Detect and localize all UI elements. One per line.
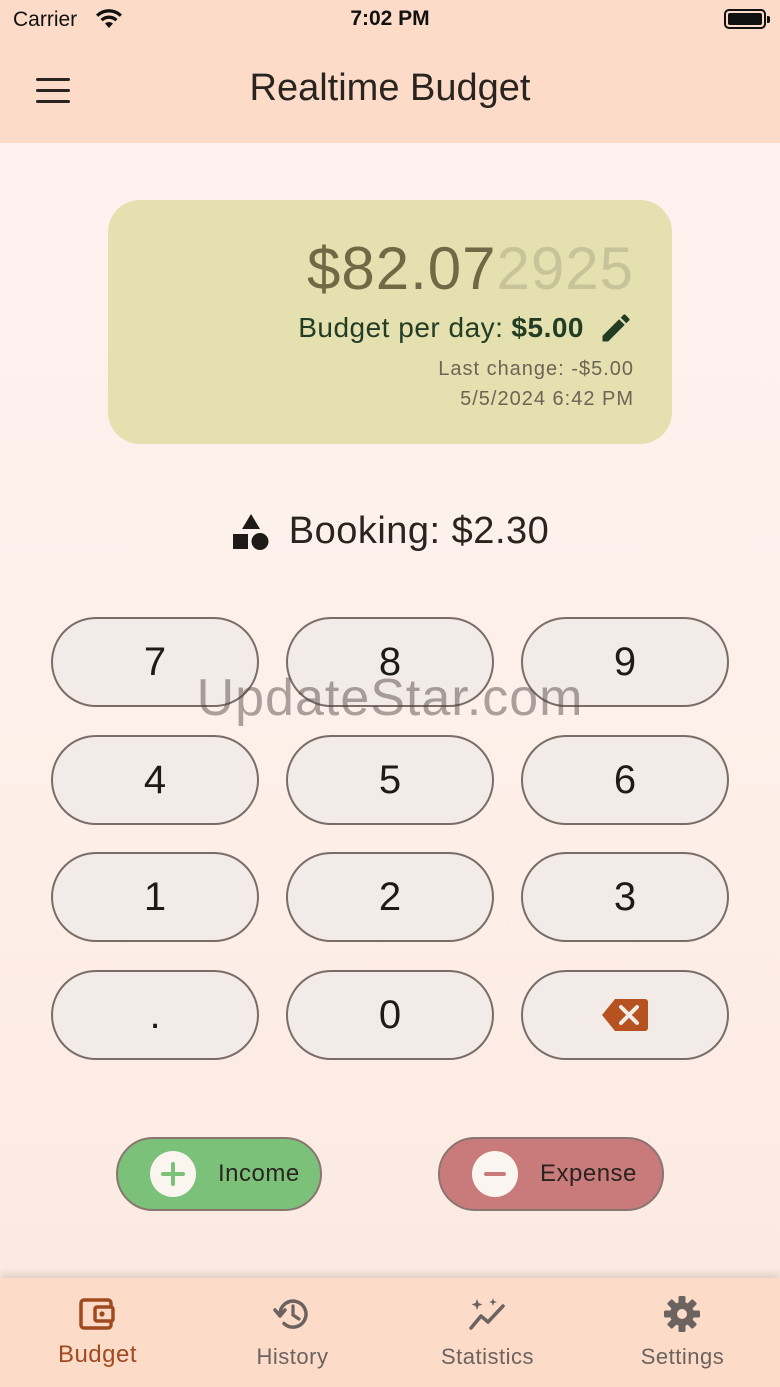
- expense-label: Expense: [540, 1160, 637, 1187]
- key-1[interactable]: 1: [51, 852, 259, 942]
- app-bar: Realtime Budget: [0, 40, 780, 143]
- shapes-icon: [232, 513, 269, 550]
- status-bar: Carrier 7:02 PM: [0, 0, 780, 40]
- balance-amount-fraction: 2925: [496, 235, 634, 302]
- nav-label-budget: Budget: [57, 1341, 138, 1368]
- income-label: Income: [218, 1160, 300, 1187]
- nav-label-history: History: [256, 1344, 329, 1369]
- pencil-icon[interactable]: [598, 310, 634, 346]
- app-title: Realtime Budget: [249, 67, 531, 109]
- last-change: Last change: -$5.00: [438, 358, 634, 380]
- nav-item-settings[interactable]: Settings: [585, 1278, 780, 1387]
- expense-button[interactable]: Expense: [438, 1137, 664, 1211]
- nav-item-budget[interactable]: Budget: [0, 1278, 195, 1387]
- statistics-icon: [469, 1298, 505, 1330]
- balance-amount-main: $82.07: [307, 235, 497, 302]
- key-decimal[interactable]: .: [51, 970, 259, 1060]
- key-2[interactable]: 2: [286, 852, 494, 942]
- per-day-value: $5.00: [511, 312, 584, 343]
- minus-icon: [472, 1151, 518, 1197]
- key-3[interactable]: 3: [521, 852, 729, 942]
- per-day-label: Budget per day:: [298, 312, 504, 343]
- key-4[interactable]: 4: [51, 735, 259, 825]
- balance-card: $82.072925 Budget per day: $5.00 Last ch…: [108, 200, 672, 444]
- gear-icon: [664, 1296, 700, 1332]
- history-icon: [273, 1299, 308, 1329]
- budget-per-day: Budget per day: $5.00: [298, 310, 634, 346]
- bottom-nav: Budget History Statistics Settings: [0, 1278, 780, 1387]
- key-backspace[interactable]: [521, 970, 729, 1060]
- key-9[interactable]: 9: [521, 617, 729, 707]
- income-button[interactable]: Income: [116, 1137, 322, 1211]
- key-8[interactable]: 8: [286, 617, 494, 707]
- key-5[interactable]: 5: [286, 735, 494, 825]
- nav-label-settings: Settings: [640, 1344, 725, 1369]
- balance-amount: $82.072925: [307, 234, 634, 303]
- battery-icon: [724, 9, 770, 29]
- nav-item-statistics[interactable]: Statistics: [390, 1278, 585, 1387]
- booking-text: Booking: $2.30: [288, 510, 550, 552]
- nav-item-history[interactable]: History: [195, 1278, 390, 1387]
- plus-icon: [150, 1151, 196, 1197]
- backspace-icon: [602, 999, 648, 1031]
- last-change-date: 5/5/2024 6:42 PM: [460, 388, 634, 410]
- key-6[interactable]: 6: [521, 735, 729, 825]
- key-7[interactable]: 7: [51, 617, 259, 707]
- key-0[interactable]: 0: [286, 970, 494, 1060]
- clock: 7:02 PM: [350, 7, 430, 30]
- booking-display: Booking: $2.30: [0, 510, 780, 553]
- nav-label-statistics: Statistics: [440, 1344, 535, 1369]
- wallet-icon: [79, 1298, 115, 1330]
